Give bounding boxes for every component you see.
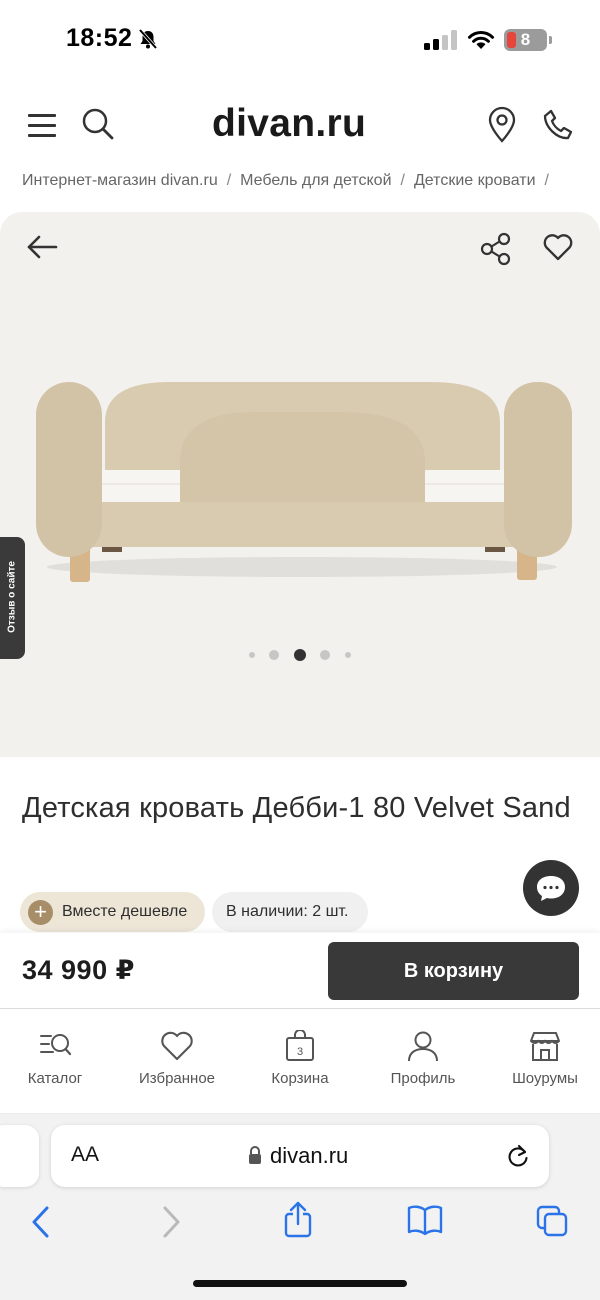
- nav-item-showrooms[interactable]: Шоурумы: [490, 1030, 600, 1100]
- text-size-button[interactable]: AA: [71, 1143, 99, 1167]
- reload-icon[interactable]: [506, 1143, 530, 1169]
- browser-forward-icon[interactable]: [160, 1204, 182, 1240]
- breadcrumb-separator: /: [544, 172, 549, 189]
- site-review-tab[interactable]: Отзыв о сайте: [0, 537, 25, 659]
- breadcrumb-separator: /: [226, 172, 232, 189]
- together-cheaper-label: Вместе дешевле: [62, 903, 188, 920]
- user-icon: [408, 1031, 438, 1062]
- breadcrumb-item-kids-beds[interactable]: Детские кровати: [414, 172, 536, 189]
- nav-item-profile[interactable]: Профиль: [368, 1030, 478, 1100]
- nav-item-catalog[interactable]: Каталог: [0, 1030, 110, 1100]
- nav-item-favorites[interactable]: Избранное: [122, 1030, 232, 1100]
- address-bar[interactable]: AA divan.ru: [51, 1125, 549, 1187]
- url-text[interactable]: divan.ru: [270, 1143, 348, 1169]
- status-bar: 18:52 8: [0, 0, 600, 82]
- chat-button[interactable]: [523, 860, 579, 916]
- menu-icon[interactable]: [26, 110, 58, 140]
- add-to-cart-button[interactable]: В корзину: [328, 942, 579, 1000]
- home-indicator[interactable]: [193, 1280, 407, 1287]
- phone-icon[interactable]: [542, 108, 574, 142]
- product-image-bed: [36, 382, 572, 582]
- site-header: divan.ru: [0, 92, 600, 158]
- tabs-icon[interactable]: [535, 1204, 569, 1238]
- back-arrow-icon[interactable]: [26, 234, 58, 260]
- nav-label-profile: Профиль: [390, 1070, 456, 1087]
- gallery-dot[interactable]: [320, 650, 330, 660]
- breadcrumb-separator: /: [400, 172, 405, 189]
- location-pin-icon[interactable]: [486, 106, 518, 144]
- nav-label-catalog: Каталог: [27, 1070, 83, 1087]
- heart-icon[interactable]: [543, 233, 573, 261]
- gallery-dot[interactable]: [345, 652, 351, 658]
- price-bar: 34 990 ₽ В корзину: [0, 933, 600, 1009]
- product-price: 34 990 ₽: [22, 955, 135, 985]
- wifi-icon: [468, 31, 494, 49]
- heart-icon: [161, 1031, 193, 1061]
- share-icon[interactable]: [480, 232, 512, 266]
- product-title: Детская кровать Дебби-1 80 Velvet Sand: [22, 792, 571, 824]
- store-icon: [530, 1032, 560, 1061]
- site-review-label: Отзыв о сайте: [6, 561, 18, 633]
- battery-indicator: 8: [504, 29, 547, 51]
- gallery-dot[interactable]: [249, 652, 255, 658]
- battery-tip: [549, 36, 552, 44]
- gallery-pagination: [0, 648, 600, 662]
- browser-share-icon[interactable]: [283, 1200, 313, 1240]
- stock-badge: В наличии: 2 шт.: [212, 892, 368, 932]
- browser-chrome: AA divan.ru: [0, 1114, 600, 1300]
- together-cheaper-badge[interactable]: + Вместе дешевле: [20, 892, 205, 932]
- cart-count: 3: [297, 1046, 303, 1058]
- plus-icon: +: [28, 900, 53, 925]
- product-gallery[interactable]: [0, 212, 600, 757]
- gallery-dot[interactable]: [269, 650, 279, 660]
- breadcrumb: Интернет-магазин divan.ru / Мебель для дет…: [22, 172, 600, 198]
- bell-slash-icon: [138, 28, 158, 50]
- nav-label-cart: Корзина: [271, 1070, 329, 1087]
- lock-icon: [249, 1146, 261, 1164]
- nav-label-showrooms: Шоурумы: [512, 1070, 578, 1087]
- shopping-bag-icon: 3: [286, 1030, 314, 1061]
- status-time: 18:52: [66, 24, 133, 52]
- nav-item-cart[interactable]: 3 Корзина: [245, 1030, 355, 1100]
- nav-label-favorites: Избранное: [138, 1070, 216, 1087]
- cellular-signal-icon: [424, 30, 457, 50]
- battery-percent: 8: [520, 30, 531, 49]
- site-logo[interactable]: divan.ru: [212, 102, 366, 146]
- breadcrumb-item-home[interactable]: Интернет-магазин divan.ru: [22, 172, 218, 189]
- search-icon[interactable]: [80, 106, 116, 142]
- previous-tab-preview[interactable]: [0, 1125, 39, 1187]
- bottom-navigation: Каталог Избранное 3 Корзина Профиль Шоур…: [0, 1010, 600, 1114]
- breadcrumb-item-kids-furniture[interactable]: Мебель для детской: [240, 172, 391, 189]
- bookmarks-icon[interactable]: [406, 1204, 444, 1236]
- browser-back-icon[interactable]: [30, 1204, 52, 1240]
- chat-bubble-icon: [537, 876, 565, 901]
- stock-label: В наличии: 2 шт.: [226, 903, 349, 920]
- gallery-dot-active[interactable]: [294, 649, 306, 661]
- catalog-search-icon: [40, 1034, 72, 1056]
